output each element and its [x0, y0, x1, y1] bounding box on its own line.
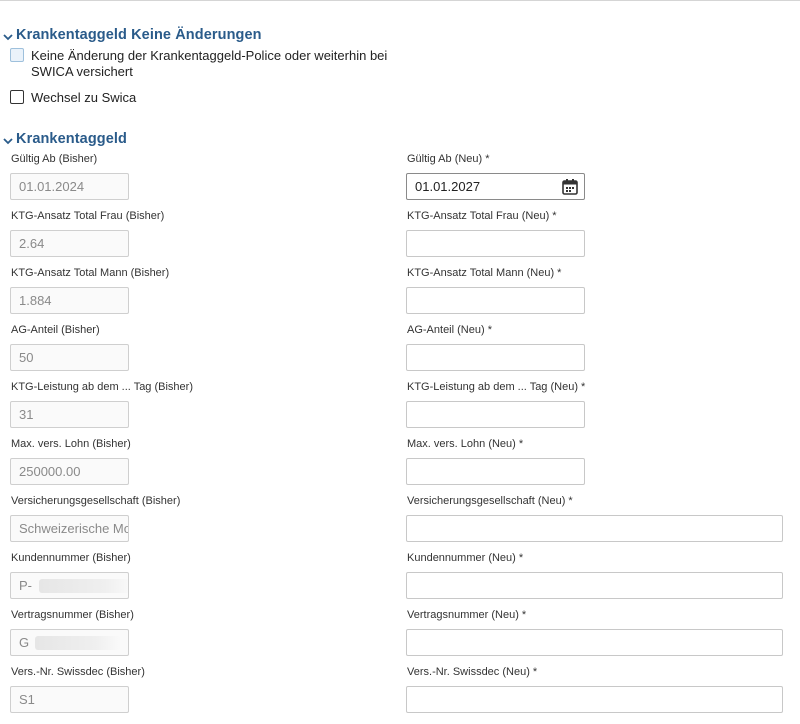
- field-label-bisher: KTG-Ansatz Total Mann (Bisher): [11, 267, 170, 279]
- option-label-line1: Keine Änderung der Krankentaggeld-Police…: [31, 48, 388, 63]
- field-label-neu: KTG-Ansatz Total Mann (Neu) *: [407, 267, 562, 279]
- input-value: 31: [19, 407, 34, 422]
- section-header-krankentaggeld[interactable]: Krankentaggeld: [2, 129, 127, 149]
- input-neu[interactable]: [406, 287, 585, 314]
- field-label-bisher: Vertragsnummer (Bisher): [11, 609, 134, 621]
- chevron-down-icon: [2, 31, 14, 43]
- field-label-neu: Kundennummer (Neu) *: [407, 552, 524, 564]
- checkbox-wechsel-swica[interactable]: [10, 90, 24, 104]
- input-value: 50: [19, 350, 34, 365]
- field-label-bisher: Gültig Ab (Bisher): [11, 153, 98, 165]
- input-value: G: [19, 635, 30, 650]
- input-bisher: 31: [10, 401, 129, 428]
- input-neu[interactable]: [406, 401, 585, 428]
- date-input-neu[interactable]: 01.01.2027: [406, 173, 585, 200]
- field-label-neu: Versicherungsgesellschaft (Neu) *: [407, 495, 573, 507]
- field-label-neu: Vertragsnummer (Neu) *: [407, 609, 527, 621]
- input-bisher: 01.01.2024: [10, 173, 129, 200]
- input-value: 1.884: [19, 293, 52, 308]
- calendar-icon[interactable]: [562, 178, 578, 195]
- field-label-bisher: Kundennummer (Bisher): [11, 552, 131, 564]
- input-value: 01.01.2024: [19, 179, 85, 194]
- input-value: S1: [19, 692, 35, 707]
- option-keine-aenderung[interactable]: Keine Änderung der Krankentaggeld-Police…: [10, 48, 387, 80]
- option-wechsel-swica[interactable]: Wechsel zu Swica: [10, 90, 136, 106]
- input-value: 01.01.2027: [415, 179, 481, 194]
- input-neu[interactable]: [406, 572, 783, 599]
- field-label-neu: Max. vers. Lohn (Neu) *: [407, 438, 524, 450]
- field-label-neu: AG-Anteil (Neu) *: [407, 324, 492, 336]
- input-bisher: P-: [10, 572, 129, 599]
- input-bisher: 50: [10, 344, 129, 371]
- input-bisher: 250000.00: [10, 458, 129, 485]
- input-bisher: S1: [10, 686, 129, 713]
- field-label-bisher: KTG-Leistung ab dem ... Tag (Bisher): [11, 381, 193, 393]
- redacted-value-mask: [35, 636, 121, 650]
- field-label-neu: Vers.-Nr. Swissdec (Neu) *: [407, 666, 538, 678]
- option-label-line2: SWICA versichert: [31, 64, 133, 79]
- input-neu[interactable]: [406, 515, 783, 542]
- field-label-bisher: AG-Anteil (Bisher): [11, 324, 100, 336]
- option-label: Wechsel zu Swica: [31, 90, 137, 105]
- field-label-neu: KTG-Leistung ab dem ... Tag (Neu) *: [407, 381, 586, 393]
- input-neu[interactable]: [406, 458, 585, 485]
- input-bisher: G: [10, 629, 129, 656]
- input-bisher: 1.884: [10, 287, 129, 314]
- field-label-neu: KTG-Ansatz Total Frau (Neu) *: [407, 210, 557, 222]
- chevron-down-icon: [2, 135, 14, 147]
- top-divider: [0, 0, 800, 1]
- section-title: Krankentaggeld Keine Änderungen: [16, 27, 262, 43]
- field-label-bisher: Versicherungsgesellschaft (Bisher): [11, 495, 181, 507]
- field-label-neu: Gültig Ab (Neu) *: [407, 153, 490, 165]
- input-bisher: Schweizerische Mob: [10, 515, 129, 542]
- input-neu[interactable]: [406, 686, 783, 713]
- field-label-bisher: KTG-Ansatz Total Frau (Bisher): [11, 210, 165, 222]
- checkbox-keine-aenderung[interactable]: [10, 48, 24, 62]
- section-header-keine-aenderungen[interactable]: Krankentaggeld Keine Änderungen: [2, 25, 262, 45]
- input-neu[interactable]: [406, 629, 783, 656]
- section-title: Krankentaggeld: [16, 131, 127, 147]
- field-label-bisher: Vers.-Nr. Swissdec (Bisher): [11, 666, 145, 678]
- input-value: P-: [19, 578, 32, 593]
- input-value: Schweizerische Mob: [19, 521, 129, 536]
- field-label-bisher: Max. vers. Lohn (Bisher): [11, 438, 131, 450]
- input-value: 2.64: [19, 236, 45, 251]
- input-value: 250000.00: [19, 464, 81, 479]
- input-neu[interactable]: [406, 344, 585, 371]
- redacted-value-mask: [39, 579, 128, 593]
- input-bisher: 2.64: [10, 230, 129, 257]
- input-neu[interactable]: [406, 230, 585, 257]
